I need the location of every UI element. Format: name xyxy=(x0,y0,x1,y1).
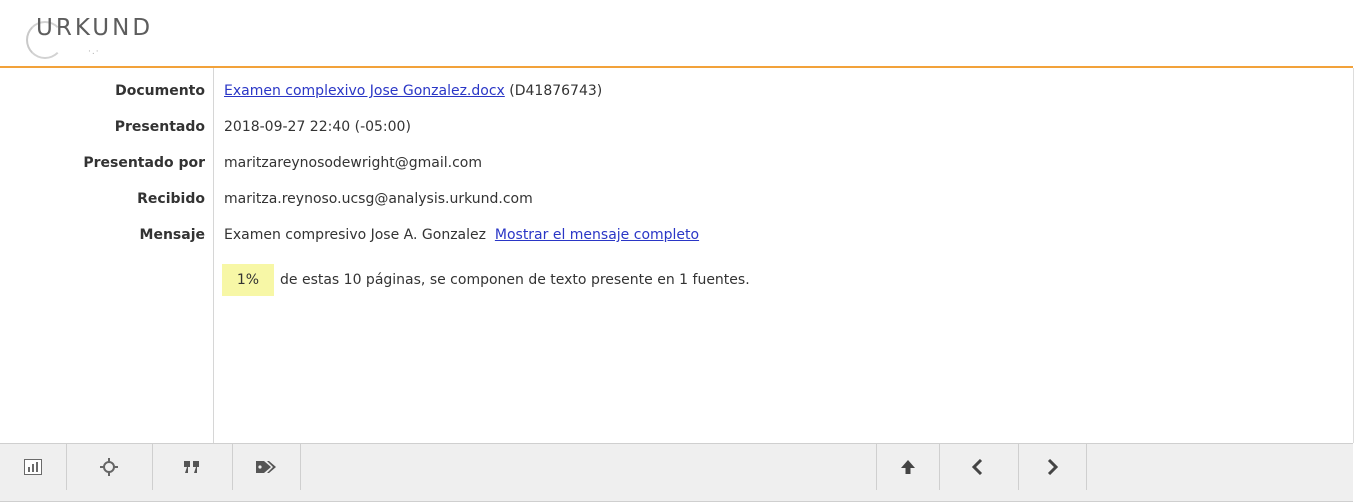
scroll-up-button[interactable] xyxy=(876,444,940,490)
match-percent-badge: 1% xyxy=(222,264,274,296)
urkund-logo: URKUND ·.· xyxy=(26,14,246,60)
quotes-button[interactable] xyxy=(152,444,233,490)
presentado-label: Presentado xyxy=(114,119,205,135)
chevron-right-icon xyxy=(1047,459,1059,475)
recibido-value: maritza.reynoso.ucsg@analysis.urkund.com xyxy=(224,191,533,207)
header: URKUND ·.· xyxy=(0,0,1353,68)
row-presentado: Presentado 2018-09-27 22:40 (-05:00) xyxy=(0,110,1350,146)
mensaje-label: Mensaje xyxy=(139,227,205,243)
row-presentado-por: Presentado por maritzareynosodewright@gm… xyxy=(0,146,1350,182)
logo-dots: ·.· xyxy=(88,47,100,57)
tags-button[interactable] xyxy=(232,444,301,490)
row-documento: Documento Examen complexivo Jose Gonzale… xyxy=(0,74,1350,110)
bottom-toolbar xyxy=(0,443,1353,502)
mensaje-value: Examen compresivo Jose A. Gonzalez Mostr… xyxy=(224,227,699,243)
row-mensaje: Mensaje Examen compresivo Jose A. Gonzal… xyxy=(0,218,1350,254)
documento-value: Examen complexivo Jose Gonzalez.docx (D4… xyxy=(224,83,602,99)
previous-button[interactable] xyxy=(938,444,1019,490)
tags-icon xyxy=(256,461,276,473)
presentado-por-label: Presentado por xyxy=(83,155,205,171)
match-summary-text: de estas 10 páginas, se componen de text… xyxy=(280,272,750,288)
row-recibido: Recibido maritza.reynoso.ucsg@analysis.u… xyxy=(0,182,1350,218)
document-info-panel: Documento Examen complexivo Jose Gonzale… xyxy=(0,68,1354,443)
next-button[interactable] xyxy=(1018,444,1087,490)
show-full-message-link[interactable]: Mostrar el mensaje completo xyxy=(495,227,699,243)
document-id: (D41876743) xyxy=(504,83,603,99)
target-button[interactable] xyxy=(66,444,153,490)
recibido-label: Recibido xyxy=(137,191,205,207)
presentado-value: 2018-09-27 22:40 (-05:00) xyxy=(224,119,411,135)
presentado-por-value: maritzareynosodewright@gmail.com xyxy=(224,155,483,171)
statistics-button[interactable] xyxy=(0,444,67,490)
bar-chart-icon xyxy=(24,459,42,475)
chevron-left-icon xyxy=(971,459,983,475)
document-link[interactable]: Examen complexivo Jose Gonzalez.docx xyxy=(224,83,505,99)
logo-text: URKUND xyxy=(36,15,154,41)
quote-icon xyxy=(184,461,199,473)
mensaje-text: Examen compresivo Jose A. Gonzalez xyxy=(224,227,486,243)
arrow-up-icon xyxy=(901,460,915,474)
documento-label: Documento xyxy=(115,83,205,99)
crosshair-icon xyxy=(100,458,118,476)
